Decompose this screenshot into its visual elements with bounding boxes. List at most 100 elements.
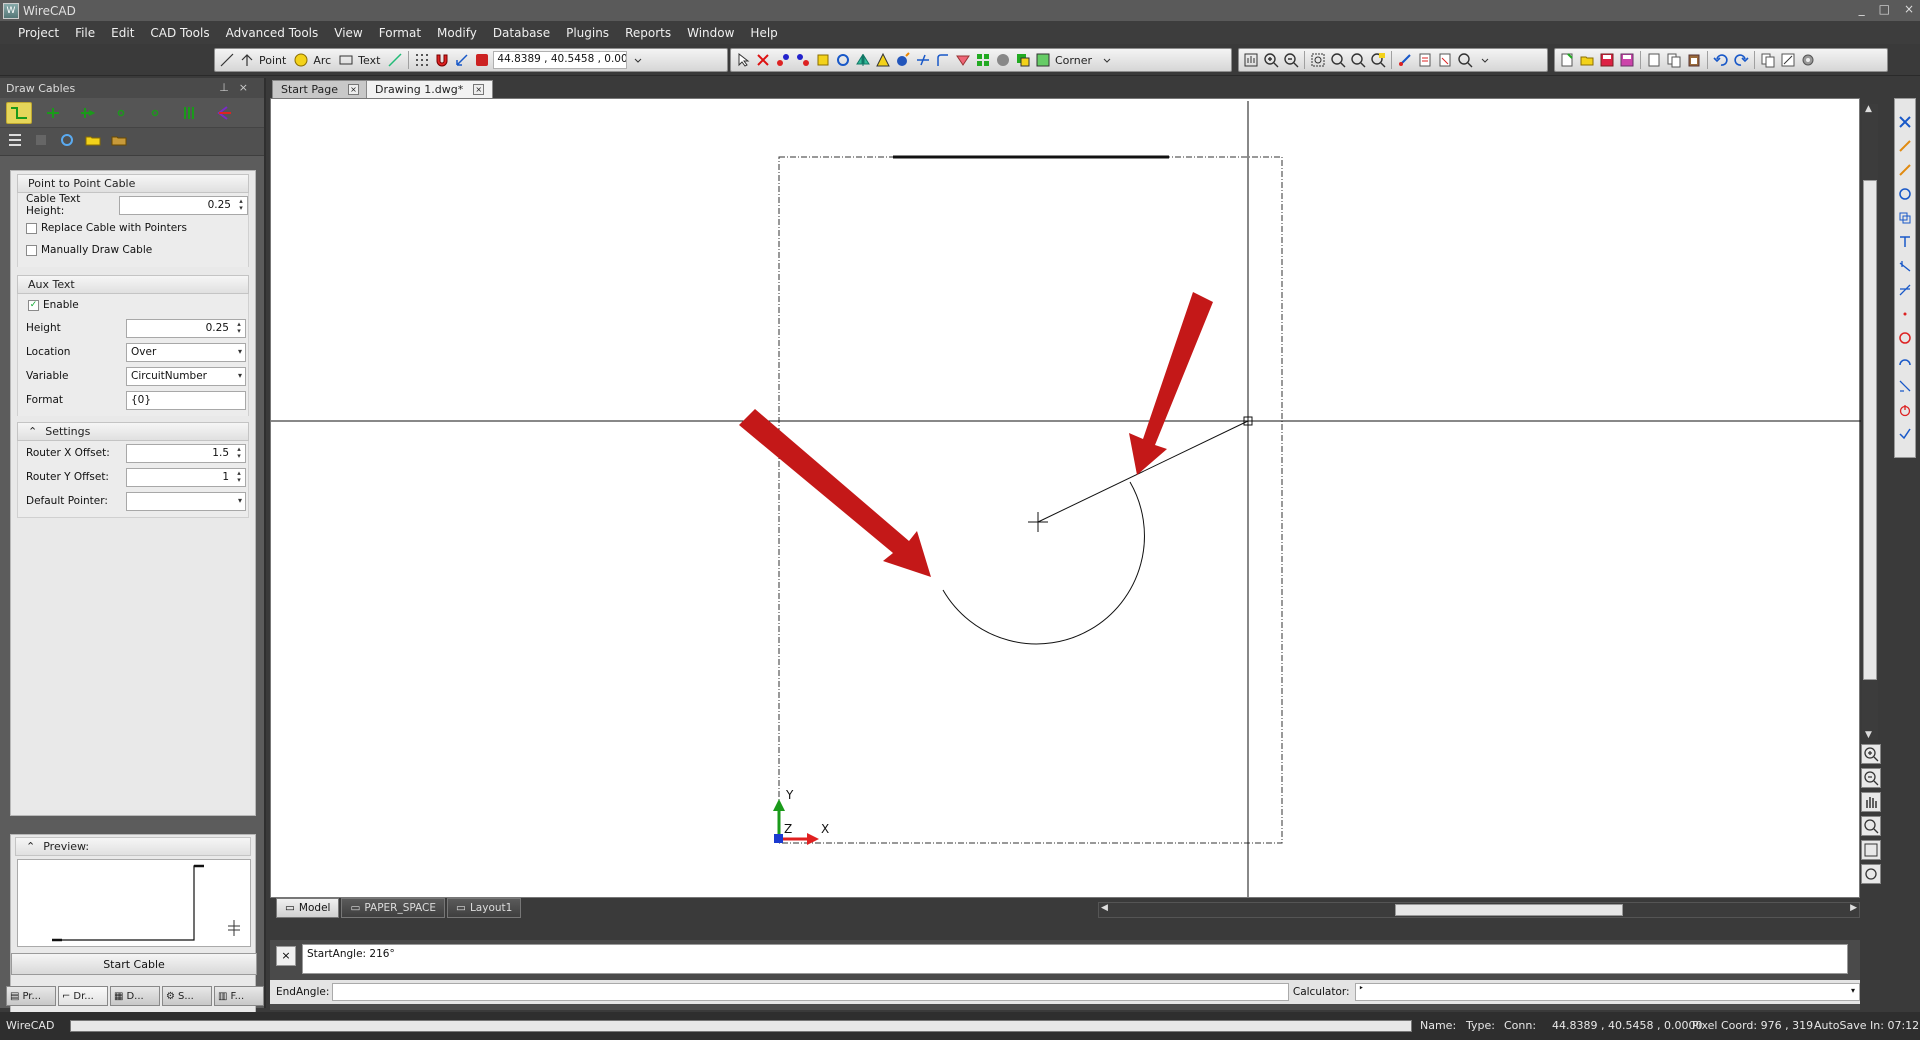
array-icon[interactable]	[974, 51, 992, 69]
close-icon[interactable]: ×	[276, 946, 296, 966]
router-x-input[interactable]: 1.5 ▴ ▾	[126, 443, 246, 463]
menu-plugins[interactable]: Plugins	[566, 26, 609, 40]
zoom-window-icon[interactable]	[1329, 51, 1347, 69]
corner-icon[interactable]	[1034, 51, 1052, 69]
arc-label[interactable]: Arc	[313, 54, 331, 67]
vertical-scrollbar[interactable]: ▲ ▼	[1862, 104, 1878, 740]
cable-text-height-input[interactable]: 0.25 ▴ ▾	[119, 195, 248, 215]
enable-checkbox[interactable]: ✓	[28, 299, 39, 311]
drawing-canvas[interactable]: Y Z X	[270, 98, 1861, 898]
parallel-cables-icon[interactable]	[176, 102, 202, 124]
menu-view[interactable]: View	[334, 26, 362, 40]
pan-hand-icon[interactable]	[1861, 792, 1881, 812]
chevron-down-icon[interactable]: ▾	[238, 347, 242, 356]
tab-files[interactable]: ▥ F...	[214, 986, 264, 1006]
menu-file[interactable]: File	[75, 26, 95, 40]
location-select[interactable]: Over ▾	[126, 342, 246, 362]
cable-draw-icon[interactable]	[1897, 137, 1913, 155]
tab-draw-cables[interactable]: ⌐ Dr...	[58, 986, 108, 1006]
find-icon[interactable]	[1456, 51, 1474, 69]
folder-settings-icon[interactable]	[110, 132, 128, 151]
router-y-input[interactable]: 1 ▴ ▾	[126, 467, 246, 487]
zoom-all-icon[interactable]	[1369, 51, 1387, 69]
undo-icon[interactable]	[1712, 51, 1730, 69]
tab-paper-space[interactable]: ▭ PAPER_SPACE	[341, 898, 446, 918]
layer-icon[interactable]	[1416, 51, 1434, 69]
tab-symbols[interactable]: ⚙ S...	[162, 986, 212, 1006]
tab-start-page[interactable]: Start Page ×	[272, 80, 368, 98]
manual-draw-row[interactable]: Manually Draw Cable	[18, 239, 248, 261]
menu-modify[interactable]: Modify	[437, 26, 477, 40]
tab-database[interactable]: ▦ D...	[110, 986, 160, 1006]
menu-window[interactable]: Window	[687, 26, 734, 40]
tab-layout1[interactable]: ▭ Layout1	[447, 898, 522, 918]
list-icon[interactable]	[6, 132, 24, 151]
ortho-icon[interactable]	[453, 51, 471, 69]
line-cross-icon[interactable]	[1897, 257, 1913, 275]
point-icon[interactable]	[1897, 305, 1913, 323]
delete-icon[interactable]	[1897, 113, 1913, 131]
menu-help[interactable]: Help	[750, 26, 777, 40]
menu-database[interactable]: Database	[493, 26, 550, 40]
menu-format[interactable]: Format	[379, 26, 421, 40]
scroll-left-icon[interactable]: ◀	[1101, 903, 1108, 913]
tab-model[interactable]: ▭ Model	[276, 898, 340, 918]
close-icon[interactable]: ×	[473, 84, 485, 95]
spinner-icon[interactable]: ▴ ▾	[234, 320, 244, 336]
measure-icon[interactable]	[1396, 51, 1414, 69]
menu-cad-tools[interactable]: CAD Tools	[150, 26, 209, 40]
options-gear-icon[interactable]	[1799, 51, 1817, 69]
point-to-point-cable-icon[interactable]	[6, 101, 32, 124]
paste-icon[interactable]	[1685, 51, 1703, 69]
intersect-icon[interactable]	[1897, 281, 1913, 299]
format-input[interactable]: {0}	[126, 390, 246, 410]
cable-pointer-icon[interactable]	[210, 102, 236, 124]
folder-icon[interactable]	[84, 132, 102, 151]
tab-project[interactable]: ▤ Pr...	[6, 986, 56, 1006]
collapse-chevron-icon[interactable]: ⌃	[26, 840, 35, 853]
cable-left-icon[interactable]	[40, 102, 66, 124]
scroll-up-icon[interactable]: ▲	[1865, 104, 1872, 114]
extend-icon[interactable]	[934, 51, 952, 69]
cable-node-icon[interactable]	[108, 102, 134, 124]
close-icon[interactable]: ×	[348, 84, 359, 95]
open-icon[interactable]	[1578, 51, 1596, 69]
zoom-window-icon[interactable]	[1861, 816, 1881, 836]
copy-object-icon[interactable]	[1897, 209, 1913, 227]
coordinate-icon[interactable]	[473, 51, 491, 69]
start-cable-button[interactable]: Start Cable	[11, 953, 257, 975]
trim-icon[interactable]	[914, 51, 932, 69]
chevron-down-icon[interactable]	[1098, 51, 1116, 69]
variable-select[interactable]: CircuitNumber ▾	[126, 366, 246, 386]
collapse-chevron-icon[interactable]: ⌃	[28, 425, 37, 438]
tab-drawing-1[interactable]: Drawing 1.dwg* ×	[366, 80, 494, 98]
mirror-icon[interactable]	[854, 51, 872, 69]
save-all-icon[interactable]	[1618, 51, 1636, 69]
select-icon[interactable]	[734, 51, 752, 69]
delete-icon[interactable]	[754, 51, 772, 69]
menu-reports[interactable]: Reports	[625, 26, 671, 40]
spinner-icon[interactable]: ▴ ▾	[234, 445, 244, 461]
menu-edit[interactable]: Edit	[111, 26, 134, 40]
zoom-in-icon[interactable]	[1861, 744, 1881, 764]
menu-advanced-tools[interactable]: Advanced Tools	[226, 26, 319, 40]
circle-icon[interactable]	[1897, 329, 1913, 347]
coordinate-readout[interactable]: 44.8389 , 40.5458 , 0.0000	[493, 51, 628, 69]
calculator-input[interactable]: ‣ ▾	[1354, 983, 1860, 1001]
copy-doc-icon[interactable]	[1665, 51, 1683, 69]
default-pointer-select[interactable]: ▾	[126, 491, 246, 511]
text-label[interactable]: Text	[358, 54, 380, 67]
grid-view-icon[interactable]	[32, 132, 50, 151]
zoom-extents-icon[interactable]	[1309, 51, 1327, 69]
chevron-down-icon[interactable]: ▾	[238, 496, 242, 505]
perpendicular-icon[interactable]	[1897, 377, 1913, 395]
point-icon[interactable]	[238, 51, 256, 69]
minimize-button[interactable]: _	[1859, 2, 1865, 16]
enable-row[interactable]: ✓ Enable	[18, 294, 248, 316]
new-icon[interactable]	[1558, 51, 1576, 69]
horizontal-scroll-thumb[interactable]	[1395, 904, 1623, 916]
arc-icon[interactable]	[1897, 353, 1913, 371]
chevron-down-icon[interactable]: ▾	[238, 371, 242, 380]
point-label[interactable]: Point	[259, 54, 286, 67]
chevron-down-icon[interactable]	[629, 51, 647, 69]
